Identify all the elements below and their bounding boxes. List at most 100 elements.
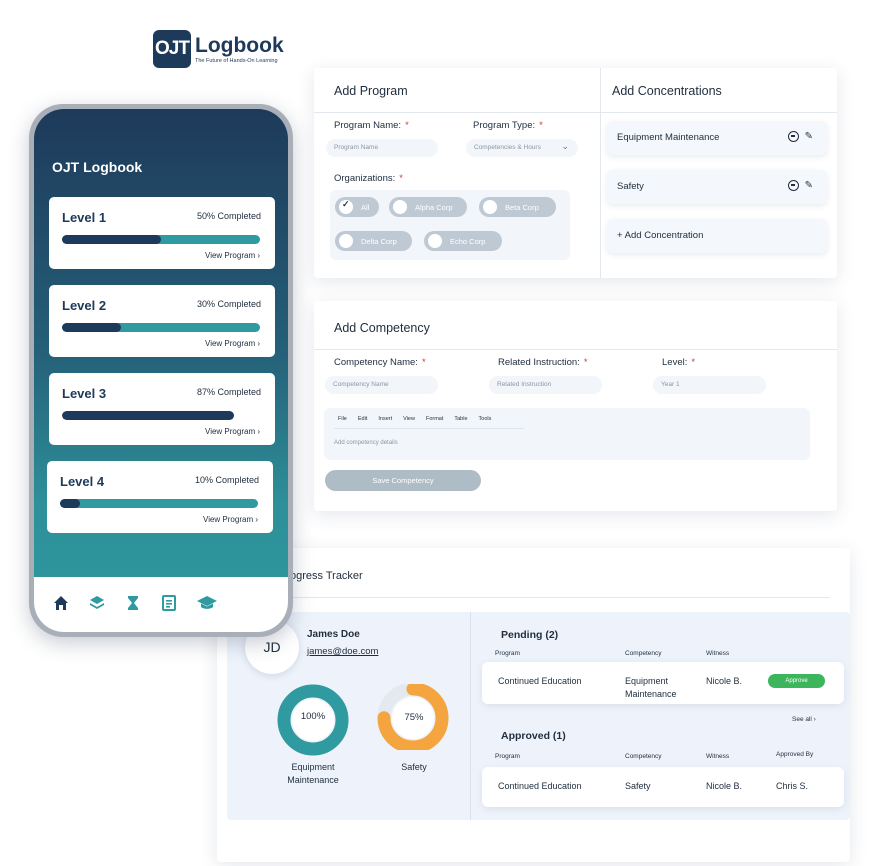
add-concentration-button[interactable]: + Add Concentration — [607, 219, 827, 253]
approved-title: Approved (1) — [501, 730, 566, 742]
cell-competency: Equipment Maintenance — [625, 676, 677, 699]
learner-email[interactable]: james@doe.com — [307, 646, 378, 657]
column-header: Program — [495, 650, 520, 657]
hourglass-icon[interactable] — [124, 594, 142, 612]
progress-bar — [60, 499, 258, 508]
org-chip-alpha[interactable]: Alpha Corp — [389, 197, 467, 217]
editor-menu-format[interactable]: Format — [426, 416, 443, 422]
view-program-link[interactable]: View Program › — [205, 251, 260, 260]
divider — [314, 349, 837, 350]
cell-program: Continued Education — [498, 676, 582, 686]
level-name: Level 4 — [60, 474, 105, 489]
logo-tagline: The Future of Hands-On Learning — [195, 57, 278, 64]
org-chip-echo[interactable]: Echo Corp — [424, 231, 502, 251]
document-icon[interactable] — [160, 594, 178, 612]
logo: OJT Logbook The Future of Hands-On Learn… — [153, 30, 284, 68]
column-header: Witness — [706, 650, 730, 657]
editor-placeholder: Add competency details — [334, 440, 398, 446]
related-instruction-input[interactable]: Related Instruction — [489, 376, 602, 394]
level-status: 30% Completed — [196, 299, 261, 309]
editor-menu-tools[interactable]: Tools — [479, 416, 492, 422]
radio-icon — [393, 200, 407, 214]
program-type-label: Program Type: * — [473, 120, 543, 131]
concentration-item: Equipment Maintenance ✎ — [607, 121, 827, 155]
cell-witness: Nicole B. — [706, 781, 743, 791]
remove-icon[interactable] — [787, 180, 799, 191]
competency-name-input[interactable]: Competency Name — [325, 376, 438, 394]
cell-competency: Safety — [625, 781, 651, 791]
level-card[interactable]: Level 2 30% Completed View Program › — [49, 285, 275, 357]
org-chip-beta[interactable]: Beta Corp — [479, 197, 556, 217]
editor-menu-insert[interactable]: Insert — [378, 416, 392, 422]
view-program-link[interactable]: View Program › — [205, 339, 260, 348]
level-label: Level: * — [662, 357, 696, 368]
editor-menu: File Edit Insert View Format Table Tools — [338, 416, 491, 422]
check-icon — [339, 199, 353, 214]
editor-menu-file[interactable]: File — [338, 416, 347, 422]
column-header: Competency — [625, 650, 662, 657]
phone-mockup: OJT Logbook Level 1 50% Completed View P… — [29, 104, 293, 637]
org-chip-delta[interactable]: Delta Corp — [335, 231, 412, 251]
divider — [314, 112, 600, 113]
level-input[interactable]: Year 1 — [653, 376, 766, 394]
level-card[interactable]: Level 3 87% Completed View Program › — [49, 373, 275, 445]
column-header: Competency — [625, 753, 662, 760]
view-program-link[interactable]: View Program › — [205, 427, 260, 436]
level-status: 10% Completed — [194, 475, 259, 485]
add-competency-title: Add Competency — [334, 321, 430, 335]
logo-title: Logbook — [195, 33, 284, 57]
progress-fill — [60, 499, 80, 508]
remove-icon[interactable] — [787, 131, 799, 142]
organizations-label: Organizations: * — [334, 173, 403, 184]
pencil-icon[interactable]: ✎ — [805, 131, 813, 142]
column-header: Witness — [706, 753, 730, 760]
cell-approved-by: Chris S. — [776, 781, 809, 791]
level-name: Level 1 — [62, 210, 107, 225]
rich-text-editor[interactable]: File Edit Insert View Format Table Tools… — [324, 408, 810, 460]
level-card[interactable]: Level 1 50% Completed View Program › — [49, 197, 275, 269]
level-name: Level 3 — [62, 386, 107, 401]
divider — [600, 68, 601, 278]
cell-program: Continued Education — [498, 781, 582, 791]
radio-icon — [428, 234, 442, 248]
column-header: Program — [495, 753, 520, 760]
progress-bar — [62, 411, 260, 420]
save-competency-button[interactable]: Save Competency — [325, 470, 481, 491]
divider — [601, 112, 837, 113]
progress-fill — [62, 411, 235, 420]
phone-screen: OJT Logbook Level 1 50% Completed View P… — [34, 109, 288, 632]
editor-menu-table[interactable]: Table — [454, 416, 467, 422]
divider — [238, 597, 830, 598]
program-name-label: Program Name: * — [334, 120, 409, 131]
competency-name-label: Competency Name: * — [334, 357, 426, 368]
progress-fill — [62, 323, 122, 332]
ring-label: Safety — [401, 762, 427, 772]
bottom-nav — [34, 577, 288, 632]
program-name-input[interactable]: Program Name — [326, 139, 438, 157]
level-status: 50% Completed — [196, 211, 261, 221]
program-type-select[interactable]: Competencies & Hours ⌄ — [466, 139, 578, 157]
ring-value: 75% — [404, 712, 424, 723]
view-program-link[interactable]: View Program › — [203, 515, 258, 524]
app-title: OJT Logbook — [52, 159, 143, 175]
editor-menu-edit[interactable]: Edit — [358, 416, 367, 422]
progress-bar — [62, 235, 260, 244]
column-header: Approved By — [776, 751, 814, 758]
layers-icon[interactable] — [88, 594, 106, 612]
approve-button[interactable]: Approve — [768, 674, 825, 688]
progress-fill — [62, 235, 161, 244]
add-program-title: Add Program — [334, 84, 408, 98]
level-card[interactable]: Level 4 10% Completed View Program › — [47, 461, 273, 533]
see-all-link[interactable]: See all › — [792, 716, 816, 723]
home-icon[interactable] — [52, 594, 70, 612]
pending-title: Pending (2) — [501, 629, 559, 641]
org-chip-all[interactable]: All — [335, 197, 379, 217]
related-instruction-label: Related Instruction: * — [498, 357, 588, 368]
pencil-icon[interactable]: ✎ — [805, 180, 813, 191]
graduation-cap-icon[interactable] — [196, 594, 218, 612]
radio-icon — [339, 234, 353, 248]
editor-menu-view[interactable]: View — [403, 416, 415, 422]
add-concentrations-title: Add Concentrations — [612, 84, 722, 98]
learner-name: James Doe — [307, 629, 360, 640]
progress-bar — [62, 323, 260, 332]
